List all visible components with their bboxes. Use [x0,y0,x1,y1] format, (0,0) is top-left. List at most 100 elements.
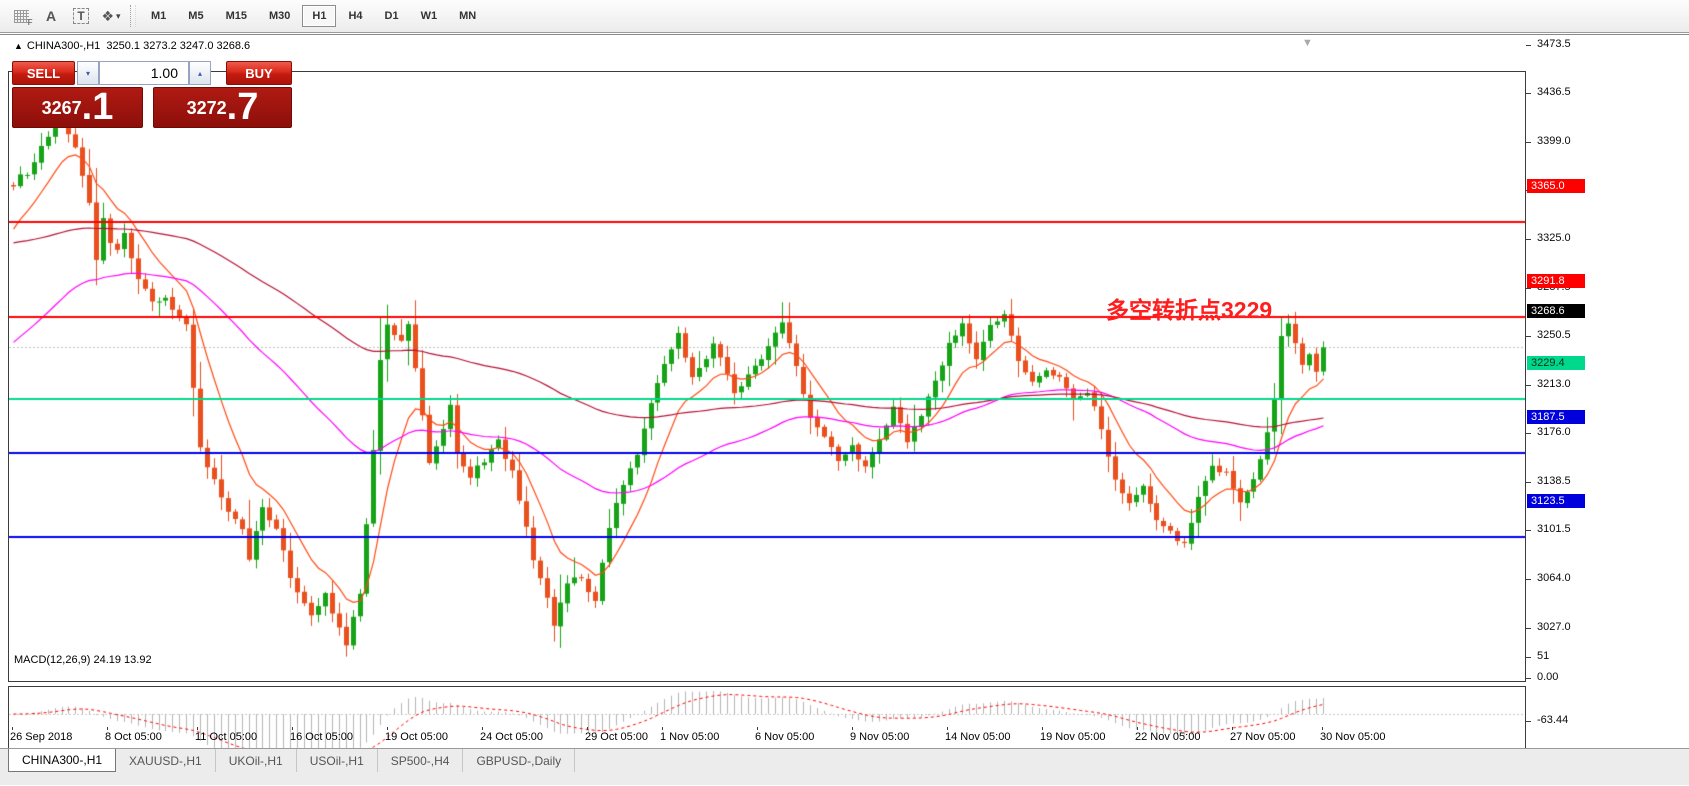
price-chart-canvas[interactable] [9,72,1525,681]
text-box-icon[interactable]: T [68,4,94,28]
date-label: 30 Nov 05:00 [1320,731,1385,743]
level-label-3123.5: 3123.5 [1527,494,1585,508]
date-tick-dash [1232,727,1233,730]
date-label: 26 Sep 2018 [10,731,72,743]
date-label: 1 Nov 05:00 [660,731,719,743]
chart-window [0,34,1689,786]
price-tick-dash [1526,433,1531,434]
volume-decrease-button[interactable]: ▾ [77,61,99,85]
date-label: 8 Oct 05:00 [105,731,162,743]
price-tick-dash [1526,579,1531,580]
buy-price-panel[interactable]: 3272.7 [153,87,292,128]
toolbar-drag-handle[interactable] [130,5,136,27]
timeframe-button-m30[interactable]: M30 [259,5,300,27]
date-label: 22 Nov 05:00 [1135,731,1200,743]
date-tick-dash [587,727,588,730]
date-tick-dash [947,727,948,730]
date-label: 29 Oct 05:00 [585,731,648,743]
price-tick-label: 3064.0 [1537,572,1571,584]
symbol-collapse-icon[interactable]: ▲ [14,41,23,51]
date-label: 16 Oct 05:00 [290,731,353,743]
date-tick-dash [197,727,198,730]
buy-button[interactable]: BUY [226,61,292,85]
price-tick-label: 3027.0 [1537,621,1571,633]
macd-tick-label: -63.44 [1537,714,1568,726]
timeframe-button-m5[interactable]: M5 [178,5,213,27]
date-tick-dash [1322,727,1323,730]
tab-sp500-h4[interactable]: SP500-,H4 [378,749,464,772]
price-tick-label: 3325.0 [1537,232,1571,244]
date-label: 19 Nov 05:00 [1040,731,1105,743]
volume-increase-button[interactable]: ▴ [189,61,211,85]
timeframe-button-w1[interactable]: W1 [411,5,448,27]
date-tick-dash [107,727,108,730]
tab-xauusd-h1[interactable]: XAUUSD-,H1 [116,749,216,772]
price-tick-label: 3138.5 [1537,475,1571,487]
date-label: 19 Oct 05:00 [385,731,448,743]
chart-shift-marker-icon[interactable]: ▼ [1302,37,1313,49]
macd-tick-dash [1526,721,1531,722]
chart-tab-bar: CHINA300-,H1XAUUSD-,H1UKOil-,H1USOil-,H1… [0,748,1689,785]
price-tick-dash [1526,288,1531,289]
date-label: 24 Oct 05:00 [480,731,543,743]
price-tick-label: 3473.5 [1537,38,1571,50]
date-tick-dash [662,727,663,730]
main-toolbar: F A T ❖▾ M1M5M15M30H1H4D1W1MN [0,0,1689,33]
timeframe-button-h4[interactable]: H4 [338,5,372,27]
date-tick-dash [1137,727,1138,730]
macd-tick-label: 0.00 [1537,671,1558,683]
tab-usoil-h1[interactable]: USOil-,H1 [297,749,378,772]
date-tick-dash [757,727,758,730]
timeframe-button-h1[interactable]: H1 [302,5,336,27]
buy-price-pips: .7 [227,89,259,125]
macd-indicator-label: MACD(12,26,9) 24.19 13.92 [14,654,152,666]
timeframe-button-m15[interactable]: M15 [216,5,257,27]
timeframe-button-mn[interactable]: MN [449,5,486,27]
price-tick-label: 3176.0 [1537,426,1571,438]
price-tick-label: 3101.5 [1537,523,1571,535]
macd-tick-label: 51 [1537,650,1549,662]
date-tick-dash [482,727,483,730]
tab-china300-h1[interactable]: CHINA300-,H1 [8,749,116,772]
timeframe-button-d1[interactable]: D1 [375,5,409,27]
periods-grid-icon[interactable]: F [8,4,34,28]
level-label-3291.8: 3291.8 [1527,274,1585,288]
date-label: 9 Nov 05:00 [850,731,909,743]
price-tick-dash [1526,93,1531,94]
price-tick-label: 3399.0 [1537,135,1571,147]
timeframe-button-m1[interactable]: M1 [141,5,176,27]
tab-ukoil-h1[interactable]: UKOil-,H1 [216,749,297,772]
chart-annotation-text: 多空转折点3229 [1106,291,1272,325]
tab-gbpusd-daily[interactable]: GBPUSD-,Daily [463,749,575,772]
chart-symbol-title: CHINA300-,H1 [27,40,100,52]
date-label: 14 Nov 05:00 [945,731,1010,743]
sell-price-panel[interactable]: 3267.1 [12,87,143,128]
price-tick-label: 3436.5 [1537,86,1571,98]
date-tick-dash [852,727,853,730]
chart-header: ▲CHINA300-,H1 3250.1 3273.2 3247.0 3268.… [14,40,250,52]
price-tick-dash [1526,628,1531,629]
price-chart-pane[interactable] [8,71,1526,682]
date-tick-dash [1042,727,1043,730]
text-label-icon[interactable]: A [38,4,64,28]
macd-tick-dash [1526,657,1531,658]
date-tick-dash [12,727,13,730]
price-tick-dash [1526,385,1531,386]
sell-button[interactable]: SELL [12,61,75,85]
price-tick-label: 3213.0 [1537,378,1571,390]
macd-tick-dash [1526,678,1531,679]
date-tick-dash [292,727,293,730]
price-tick-dash [1526,45,1531,46]
price-tick-dash [1526,142,1531,143]
date-label: 6 Nov 05:00 [755,731,814,743]
shapes-icon[interactable]: ❖▾ [98,4,124,28]
sell-price-main: 3267 [42,91,82,125]
level-label-3187.5: 3187.5 [1527,410,1585,424]
price-tick-dash [1526,239,1531,240]
sell-price-pips: .1 [82,89,114,125]
level-label-3229.4: 3229.4 [1527,356,1585,370]
level-label-3365.0: 3365.0 [1527,179,1585,193]
date-label: 11 Oct 05:00 [195,731,257,743]
volume-input[interactable] [99,61,189,85]
price-tick-dash [1526,336,1531,337]
